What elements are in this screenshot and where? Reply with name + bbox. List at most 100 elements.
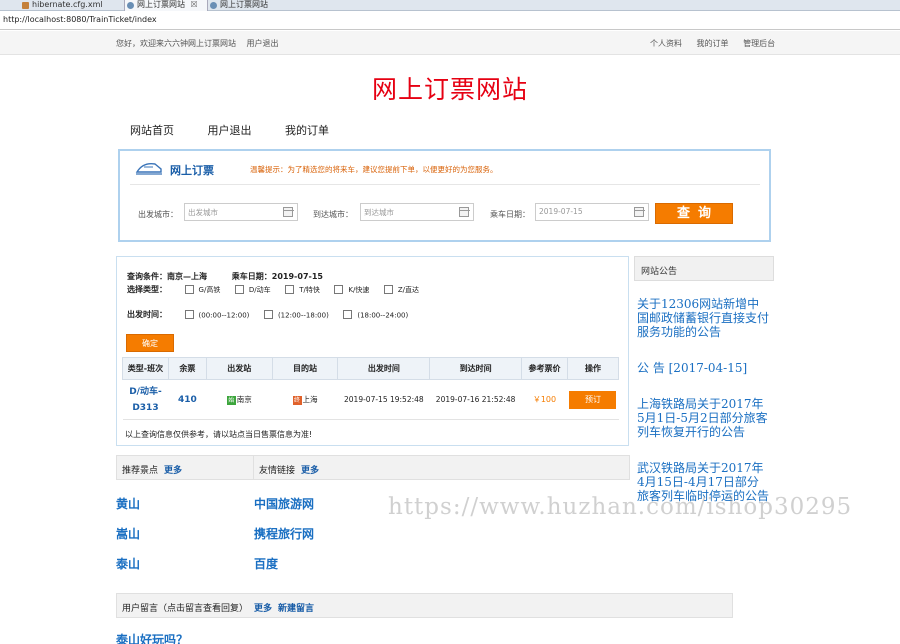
train-number-link[interactable]: D/动车-D313 bbox=[123, 384, 169, 416]
train-number-cell: D/动车-D313 bbox=[122, 379, 169, 420]
results-panel: 查询条件：南京—上海 乘车日期：2019-07-15 选择类型： G/高铁 D/… bbox=[116, 256, 629, 446]
nav-my-orders[interactable]: 我的订单 bbox=[285, 124, 329, 137]
messages-more-link[interactable]: 更多 bbox=[254, 604, 272, 614]
confirm-button[interactable]: 确定 bbox=[126, 334, 174, 352]
query-summary: 查询条件：南京—上海 乘车日期：2019-07-15 bbox=[127, 271, 323, 282]
time-option-evening[interactable]: (18:00--24:00) bbox=[343, 309, 408, 320]
new-message-link[interactable]: 新建留言 bbox=[278, 604, 314, 614]
date-input[interactable]: 2019-07-15 bbox=[535, 203, 649, 221]
recommend-item[interactable]: 嵩山 bbox=[116, 525, 140, 555]
query-date: 乘车日期：2019-07-15 bbox=[231, 272, 323, 281]
calendar-icon[interactable] bbox=[283, 207, 294, 217]
browser-tab-bar: hibernate.cfg.xml 网上订票网站 ☒ 网上订票网站 bbox=[0, 0, 900, 11]
recommend-more-link[interactable]: 更多 bbox=[164, 466, 182, 476]
calendar-icon[interactable] bbox=[634, 207, 645, 217]
friend-link[interactable]: 携程旅行网 bbox=[254, 525, 314, 555]
query-route: 查询条件：南京—上海 bbox=[127, 272, 207, 281]
announcement-link[interactable]: 公 告 [2017-04-15] bbox=[637, 361, 769, 375]
end-station-icon: 终 bbox=[292, 395, 302, 405]
search-button[interactable]: 查询 bbox=[655, 203, 733, 224]
announcement-link[interactable]: 关于12306网站新增中国邮政储蓄银行直接支付服务功能的公告 bbox=[637, 297, 769, 339]
friend-link[interactable]: 百度 bbox=[254, 555, 314, 585]
nav-home[interactable]: 网站首页 bbox=[130, 124, 174, 137]
to-station: 上海 bbox=[302, 395, 318, 404]
from-station-cell: 始南京 bbox=[206, 379, 273, 420]
arrive-time: 2019-07-16 21:52:48 bbox=[429, 379, 522, 420]
from-city-input[interactable]: 出发城市 bbox=[184, 203, 298, 221]
table-header: 类型-班次 余票 出发站 目的站 出发时间 到达时间 参考票价 操作 bbox=[122, 357, 620, 380]
close-tab-icon[interactable]: ☒ bbox=[191, 0, 198, 9]
checkbox[interactable] bbox=[184, 284, 194, 294]
type-label: 选择类型： bbox=[127, 285, 167, 294]
nav-logout[interactable]: 用户退出 bbox=[208, 124, 252, 137]
page: hibernate.cfg.xml 网上订票网站 ☒ 网上订票网站 http:/… bbox=[0, 0, 900, 644]
checkbox[interactable] bbox=[334, 284, 344, 294]
message-item[interactable]: 泰山好玩吗？ bbox=[116, 631, 188, 644]
announcements-header: 网站公告 bbox=[634, 256, 774, 281]
price-cell: ￥100 bbox=[521, 379, 568, 420]
book-button[interactable]: 预订 bbox=[569, 390, 617, 409]
col-header: 类型-班次 bbox=[122, 357, 169, 380]
train-icon bbox=[135, 162, 162, 175]
checkbox[interactable] bbox=[184, 309, 194, 319]
announcements-list: 关于12306网站新增中国邮政储蓄银行直接支付服务功能的公告 公 告 [2017… bbox=[637, 297, 769, 525]
main-nav: 网站首页 用户退出 我的订单 bbox=[130, 122, 359, 138]
friends-more-link[interactable]: 更多 bbox=[301, 466, 319, 476]
date-label: 乘车日期： bbox=[490, 210, 530, 219]
my-orders-link[interactable]: 我的订单 bbox=[697, 39, 729, 48]
url-text[interactable]: http://localhost:8080/TrainTicket/index bbox=[3, 15, 157, 24]
recommend-list: 黄山 嵩山 泰山 bbox=[116, 495, 140, 585]
type-option-d[interactable]: D/动车 bbox=[234, 284, 271, 295]
calendar-icon[interactable] bbox=[459, 207, 470, 217]
recommend-item[interactable]: 黄山 bbox=[116, 495, 140, 525]
announcement-link[interactable]: 上海铁路局关于2017年5月1日-5月2日部分旅客列车恢复开行的公告 bbox=[637, 397, 769, 439]
globe-icon bbox=[210, 2, 217, 9]
price: ￥100 bbox=[532, 395, 557, 404]
checkbox[interactable] bbox=[383, 284, 393, 294]
col-header: 到达时间 bbox=[429, 357, 523, 380]
booking-panel: 网上订票 温馨提示：为了精选您的将来车，建议您提前下单，以便更好的为您服务。 出… bbox=[118, 149, 771, 242]
address-bar[interactable]: http://localhost:8080/TrainTicket/index bbox=[0, 12, 900, 30]
col-header: 目的站 bbox=[271, 357, 339, 380]
top-logout-link[interactable]: 用户退出 bbox=[247, 39, 279, 48]
friends-header: 友情链接 更多 bbox=[253, 455, 630, 480]
type-option-k[interactable]: K/快速 bbox=[334, 284, 369, 295]
tab-train-site[interactable]: 网上订票网站 bbox=[208, 0, 268, 11]
col-header: 余票 bbox=[167, 357, 207, 380]
time-option-morning[interactable]: (00:00--12:00) bbox=[184, 309, 249, 320]
to-station-cell: 终上海 bbox=[272, 379, 338, 420]
checkbox[interactable] bbox=[263, 309, 273, 319]
friends-list: 中国旅游网 携程旅行网 百度 bbox=[254, 495, 314, 585]
time-option-afternoon[interactable]: (12:00--18:00) bbox=[263, 309, 329, 320]
table-row: D/动车-D313 410 始南京 终上海 2019-07-15 19:52:4… bbox=[122, 379, 619, 420]
type-option-t[interactable]: T/特快 bbox=[285, 284, 320, 295]
col-header: 参考票价 bbox=[521, 357, 568, 380]
divider bbox=[130, 184, 760, 185]
admin-link[interactable]: 管理后台 bbox=[743, 39, 775, 48]
to-city-input[interactable]: 到达城市 bbox=[360, 203, 474, 221]
to-city-label: 到达城市： bbox=[313, 210, 353, 219]
type-option-z[interactable]: Z/直达 bbox=[383, 284, 419, 295]
seats-cell: 410 bbox=[168, 379, 207, 420]
recommend-item[interactable]: 泰山 bbox=[116, 555, 140, 585]
checkbox[interactable] bbox=[285, 284, 295, 294]
type-option-g[interactable]: G/高铁 bbox=[184, 284, 220, 295]
profile-link[interactable]: 个人资料 bbox=[650, 39, 682, 48]
friend-link[interactable]: 中国旅游网 bbox=[254, 495, 314, 525]
seats-count: 410 bbox=[177, 394, 197, 405]
col-header: 操作 bbox=[566, 357, 620, 380]
messages-title: 用户留言（点击留言查看回复） bbox=[122, 604, 249, 614]
messages-header: 用户留言（点击留言查看回复） 更多 新建留言 bbox=[116, 593, 733, 618]
top-links: 个人资料 我的订单 管理后台 bbox=[650, 38, 787, 49]
recommend-title: 推荐景点 bbox=[122, 466, 159, 476]
friends-title: 友情链接 bbox=[259, 466, 296, 476]
from-city-label: 出发城市： bbox=[138, 210, 178, 219]
results-notice: 以上查询信息仅供参考，请以站点当日售票信息为准! bbox=[125, 430, 313, 439]
time-label: 出发时间： bbox=[127, 310, 167, 319]
tab-hibernate-cfg[interactable]: hibernate.cfg.xml bbox=[20, 0, 103, 11]
checkbox[interactable] bbox=[343, 309, 353, 319]
tab-train-site-active[interactable]: 网上订票网站 ☒ bbox=[124, 0, 208, 11]
checkbox[interactable] bbox=[234, 284, 244, 294]
depart-time: 2019-07-15 19:52:48 bbox=[337, 379, 430, 420]
top-info-bar: 您好，欢迎来六六钟网上订票网站 用户退出 个人资料 我的订单 管理后台 bbox=[0, 31, 900, 55]
